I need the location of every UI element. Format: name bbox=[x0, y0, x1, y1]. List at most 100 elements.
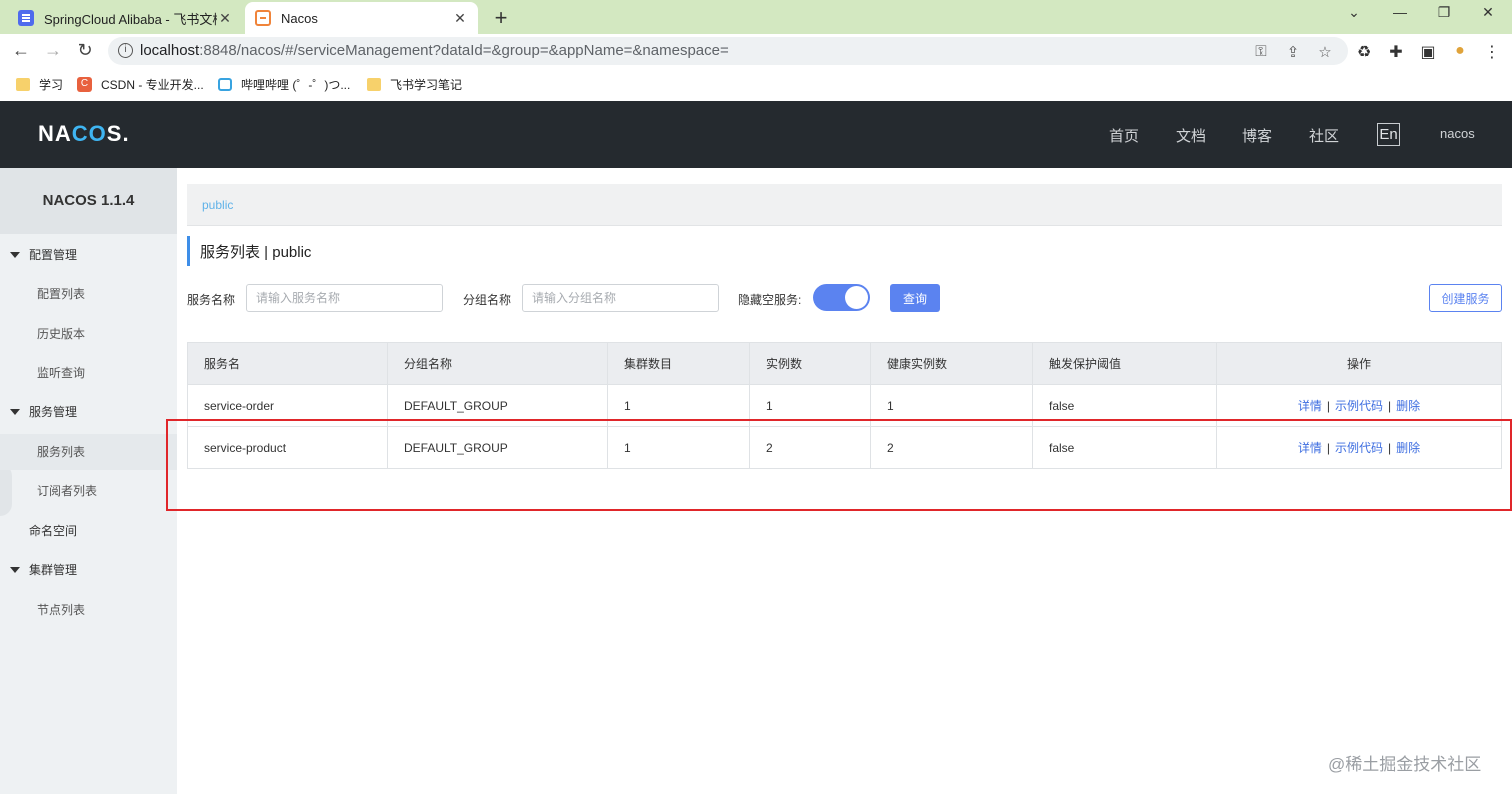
tab-nacos[interactable]: Nacos ✕ bbox=[245, 2, 478, 34]
column-header: 集群数目 bbox=[607, 343, 749, 384]
sidebar-item-nodes[interactable]: 节点列表 bbox=[0, 592, 177, 628]
star-icon[interactable]: ☆ bbox=[1316, 43, 1334, 61]
reload-button[interactable]: ↻ bbox=[74, 40, 96, 61]
close-icon[interactable]: ✕ bbox=[452, 10, 468, 27]
window-close-button[interactable]: ✕ bbox=[1476, 4, 1500, 21]
profile-avatar-icon[interactable]: ● bbox=[1450, 42, 1470, 60]
toggle-knob bbox=[845, 286, 868, 309]
user-menu[interactable]: nacos bbox=[1440, 126, 1475, 141]
sidebar-item-history[interactable]: 历史版本 bbox=[0, 316, 177, 352]
browser-tab-bar: SpringCloud Alibaba - 飞书文档 ✕ Nacos ✕ + ⌄… bbox=[0, 0, 1512, 34]
nav-home[interactable]: 首页 bbox=[1109, 125, 1139, 146]
hide-empty-toggle[interactable] bbox=[813, 284, 870, 311]
key-icon[interactable]: ⚿ bbox=[1252, 43, 1270, 60]
hide-empty-label: 隐藏空服务: bbox=[738, 293, 802, 307]
url-path: :8848/nacos/#/serviceManagement?dataId=&… bbox=[199, 42, 729, 59]
url-input[interactable]: i localhost:8848/nacos/#/serviceManageme… bbox=[108, 37, 1348, 65]
forward-button[interactable]: → bbox=[42, 40, 64, 61]
delete-link[interactable]: 删除 bbox=[1396, 399, 1420, 413]
address-bar-row: ← → ↻ i localhost:8848/nacos/#/serviceMa… bbox=[0, 34, 1512, 68]
extension-recycle-icon[interactable]: ♻ bbox=[1354, 42, 1374, 62]
sidebar-item-label: 历史版本 bbox=[37, 327, 86, 341]
caret-down-icon bbox=[10, 409, 20, 415]
group-name-input[interactable] bbox=[522, 284, 719, 312]
bilibili-icon bbox=[218, 78, 232, 91]
sidebar: NACOS 1.1.4 配置管理 配置列表 历史版本 监听查询 服务管理 服务列… bbox=[0, 168, 177, 794]
nacos-logo[interactable]: NACOS. bbox=[38, 121, 130, 147]
service-name-input[interactable] bbox=[246, 284, 443, 312]
folder-icon bbox=[367, 78, 381, 91]
sidebar-item-service-list[interactable]: 服务列表 bbox=[0, 434, 177, 470]
create-service-button[interactable]: 创建服务 bbox=[1429, 284, 1502, 312]
bookmark-bilibili[interactable]: 哔哩哔哩 (゜-゜)つ... bbox=[218, 76, 350, 93]
sidebar-group-service[interactable]: 服务管理 bbox=[0, 394, 177, 430]
namespace-breadcrumb: public bbox=[187, 184, 1502, 226]
sidebar-item-config-list[interactable]: 配置列表 bbox=[0, 276, 177, 312]
sidebar-title: NACOS 1.1.4 bbox=[0, 168, 177, 234]
sidebar-item-subscribers[interactable]: 订阅者列表 bbox=[0, 473, 177, 509]
restore-button[interactable]: ❐ bbox=[1432, 4, 1456, 21]
logo-part: CO bbox=[71, 121, 107, 146]
chevron-down-icon[interactable]: ⌄ bbox=[1342, 4, 1366, 21]
sidebar-item-label: 监听查询 bbox=[37, 366, 86, 380]
sidebar-item-label: 服务管理 bbox=[29, 405, 78, 419]
sidebar-group-config[interactable]: 配置管理 bbox=[0, 237, 177, 273]
bookmark-label: 飞书学习笔记 bbox=[390, 78, 463, 92]
sidebar-item-listener[interactable]: 监听查询 bbox=[0, 355, 177, 391]
namespace-link[interactable]: public bbox=[202, 198, 233, 212]
caret-down-icon bbox=[10, 252, 20, 258]
sidebar-item-label: 配置管理 bbox=[29, 248, 78, 262]
url-host: localhost bbox=[140, 42, 200, 59]
column-header: 分组名称 bbox=[387, 343, 607, 384]
column-header: 服务名 bbox=[187, 343, 387, 384]
bookmark-label: 学习 bbox=[39, 78, 64, 92]
bookmark-study[interactable]: 学习 bbox=[16, 76, 63, 93]
group-name-label: 分组名称 bbox=[463, 293, 512, 307]
new-tab-button[interactable]: + bbox=[490, 5, 512, 31]
action-separator: | bbox=[1326, 399, 1330, 413]
bookmark-label: CSDN - 专业开发... bbox=[101, 78, 204, 92]
sample-code-link[interactable]: 示例代码 bbox=[1335, 399, 1383, 413]
service-name-label: 服务名称 bbox=[187, 293, 236, 307]
action-separator: | bbox=[1388, 399, 1392, 413]
logo-part: NA bbox=[38, 121, 72, 146]
nav-docs[interactable]: 文档 bbox=[1176, 125, 1206, 146]
bookmark-label: 哔哩哔哩 (゜-゜)つ... bbox=[241, 78, 351, 92]
puzzle-icon[interactable]: ✚ bbox=[1386, 42, 1406, 62]
caret-down-icon bbox=[10, 567, 20, 573]
tab-springcloud[interactable]: SpringCloud Alibaba - 飞书文档 ✕ bbox=[8, 2, 243, 34]
csdn-icon: C bbox=[77, 77, 92, 92]
sidebar-item-label: 集群管理 bbox=[29, 563, 78, 577]
annotation-highlight-box bbox=[166, 419, 1512, 511]
detail-link[interactable]: 详情 bbox=[1298, 399, 1322, 413]
column-header: 触发保护阈值 bbox=[1032, 343, 1216, 384]
close-icon[interactable]: ✕ bbox=[217, 10, 233, 27]
document-icon bbox=[18, 10, 34, 26]
nacos-favicon-icon bbox=[255, 10, 271, 26]
folder-icon bbox=[16, 78, 30, 91]
sidebar-item-label: 订阅者列表 bbox=[37, 484, 98, 498]
sidebar-group-cluster[interactable]: 集群管理 bbox=[0, 552, 177, 588]
menu-icon[interactable]: ⋮ bbox=[1482, 42, 1502, 62]
nav-community[interactable]: 社区 bbox=[1309, 125, 1339, 146]
language-switch-button[interactable]: En bbox=[1377, 123, 1400, 146]
column-header: 实例数 bbox=[749, 343, 870, 384]
column-header: 操作 bbox=[1216, 343, 1502, 384]
sidebar-item-label: 节点列表 bbox=[37, 603, 86, 617]
bookmark-feishu[interactable]: 飞书学习笔记 bbox=[367, 76, 462, 93]
bookmarks-bar: 学习 C CSDN - 专业开发... 哔哩哔哩 (゜-゜)つ... 飞书学习笔记 bbox=[0, 68, 1512, 100]
sidebar-item-label: 配置列表 bbox=[37, 287, 86, 301]
minimize-button[interactable]: — bbox=[1388, 4, 1412, 20]
sidepanel-icon[interactable]: ▣ bbox=[1418, 42, 1438, 62]
logo-part: S. bbox=[106, 121, 130, 146]
column-header: 健康实例数 bbox=[870, 343, 1032, 384]
bookmark-csdn[interactable]: C CSDN - 专业开发... bbox=[77, 76, 204, 93]
back-button[interactable]: ← bbox=[10, 40, 32, 61]
share-icon[interactable]: ⇪ bbox=[1284, 43, 1302, 61]
query-button[interactable]: 查询 bbox=[890, 284, 940, 312]
nav-blog[interactable]: 博客 bbox=[1242, 125, 1272, 146]
url-text[interactable]: localhost:8848/nacos/#/serviceManagement… bbox=[140, 42, 729, 59]
sidebar-item-namespace[interactable]: 命名空间 bbox=[0, 513, 177, 549]
watermark: @稀土掘金技术社区 bbox=[1328, 755, 1482, 774]
info-icon[interactable]: i bbox=[118, 43, 133, 58]
